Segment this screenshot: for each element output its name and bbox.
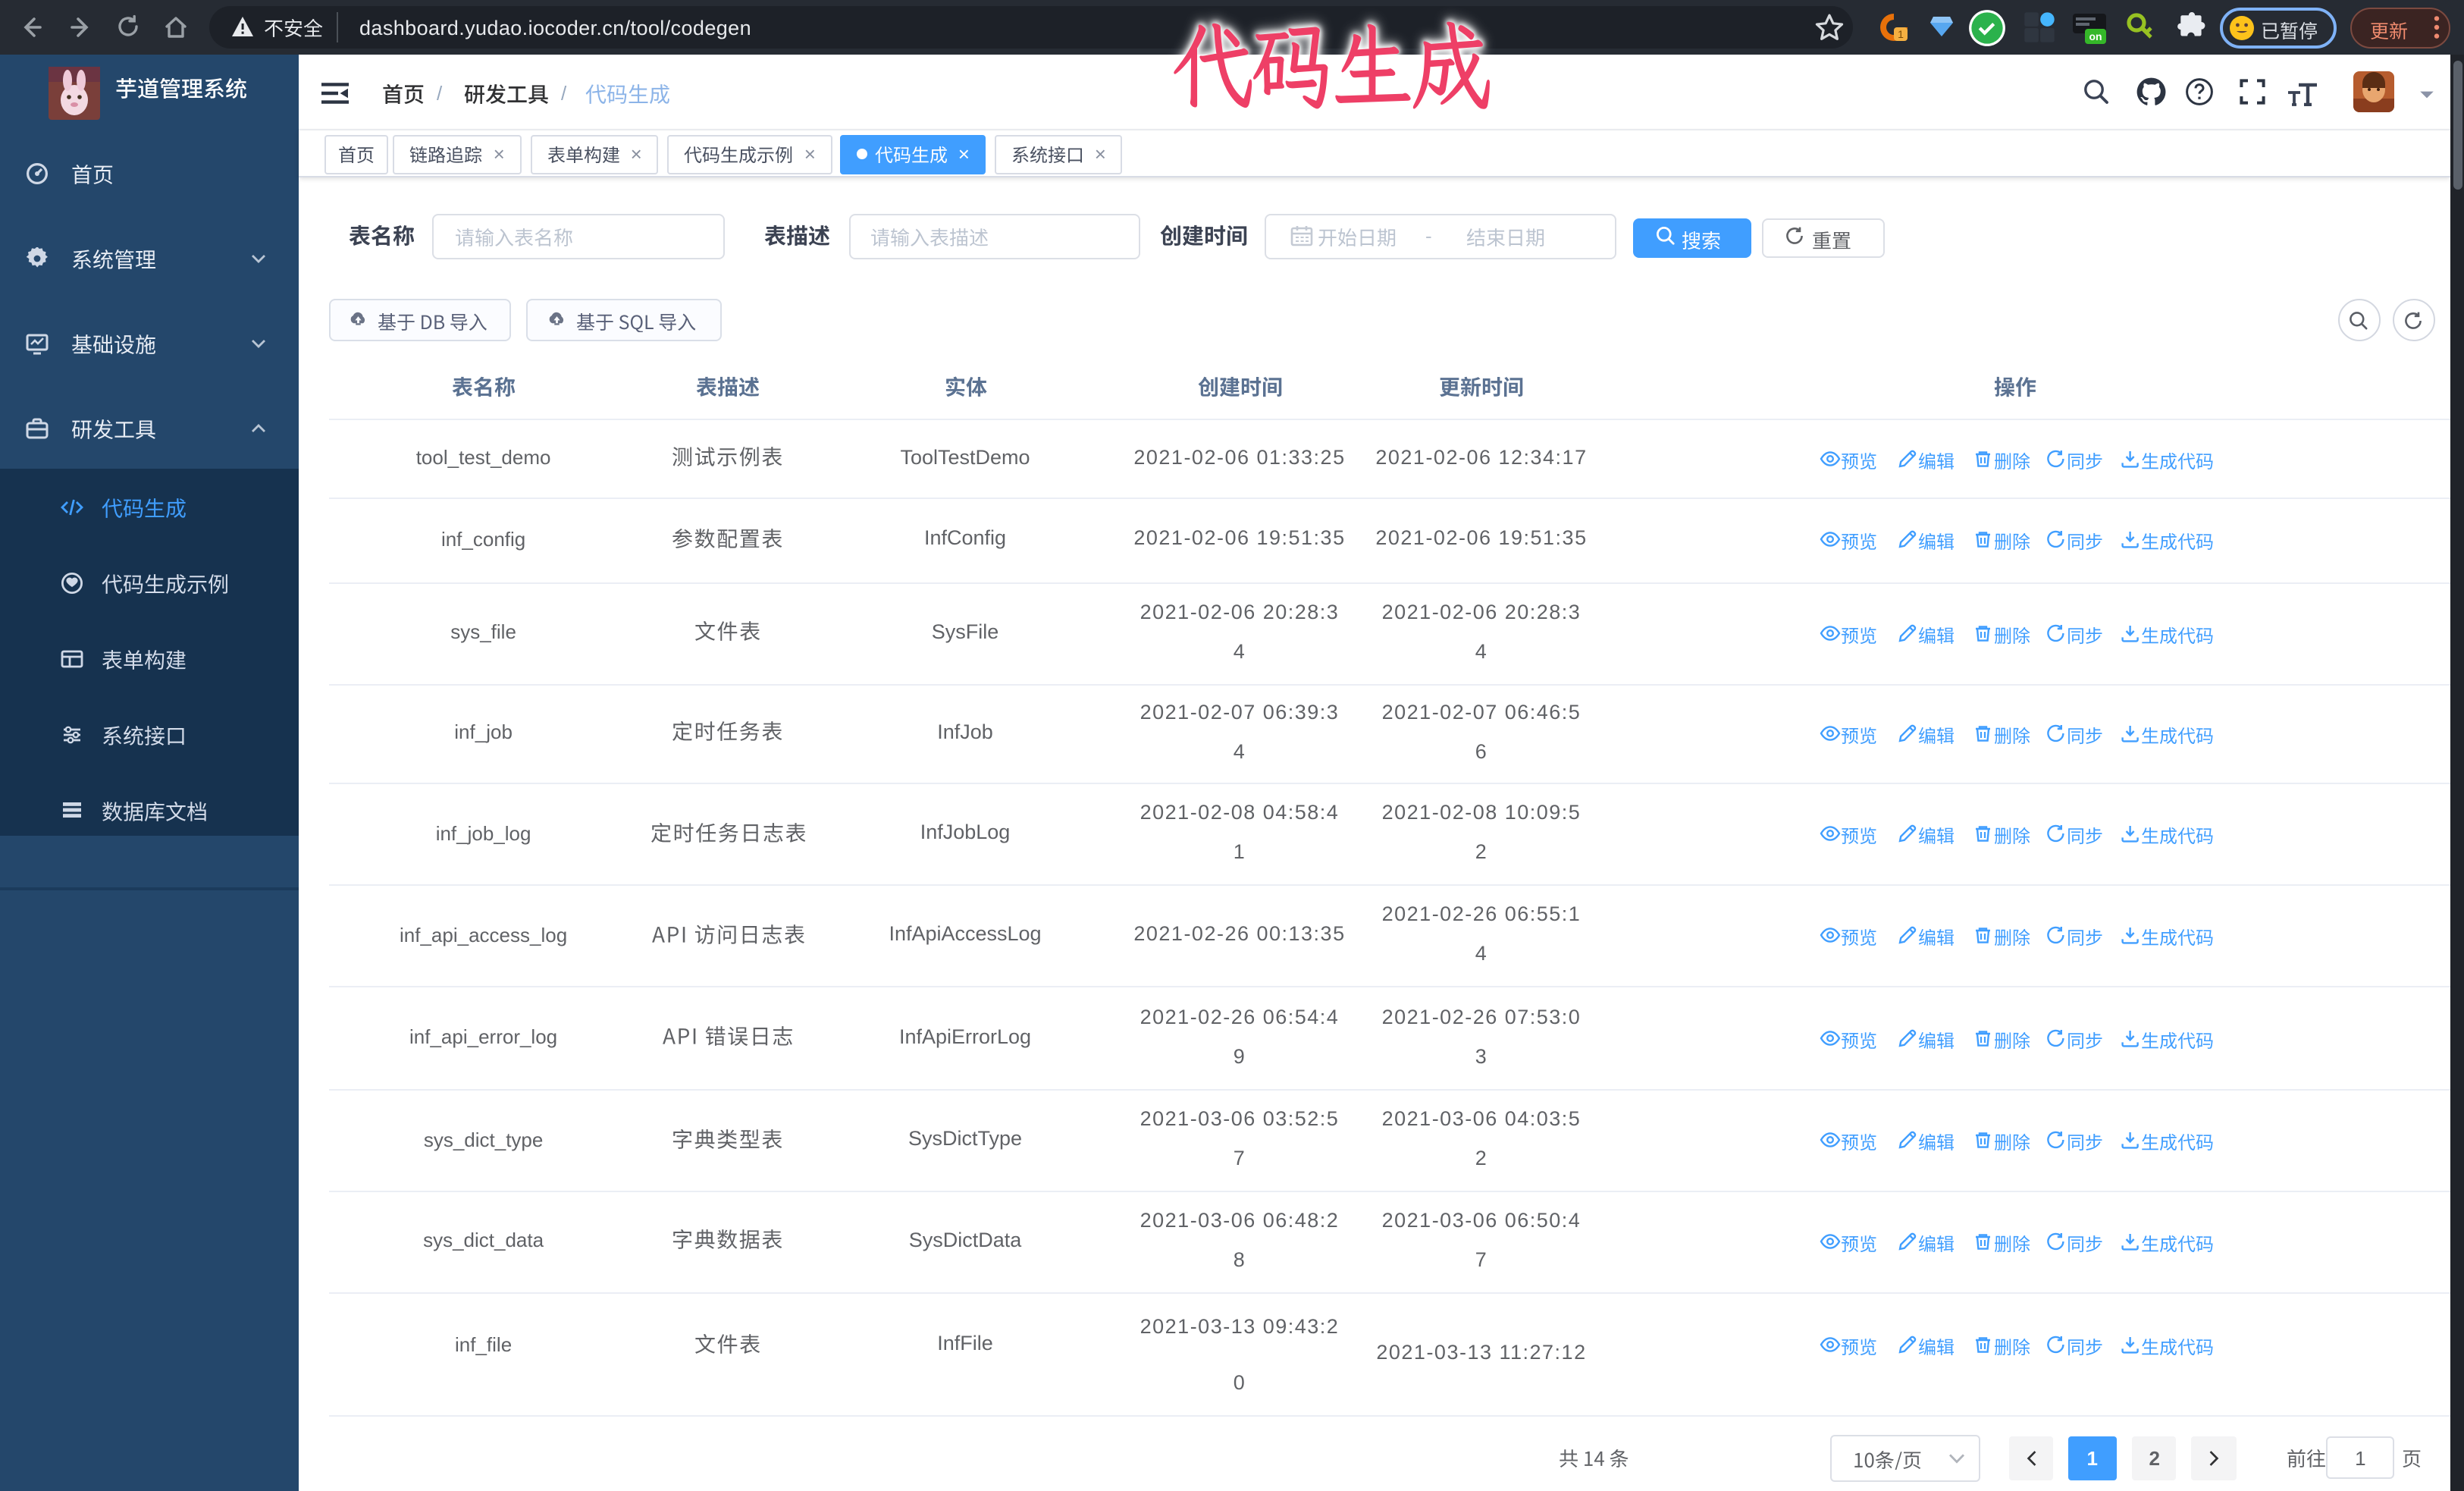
- svg-text:on: on: [2089, 30, 2102, 42]
- svg-text:1: 1: [1898, 28, 1904, 40]
